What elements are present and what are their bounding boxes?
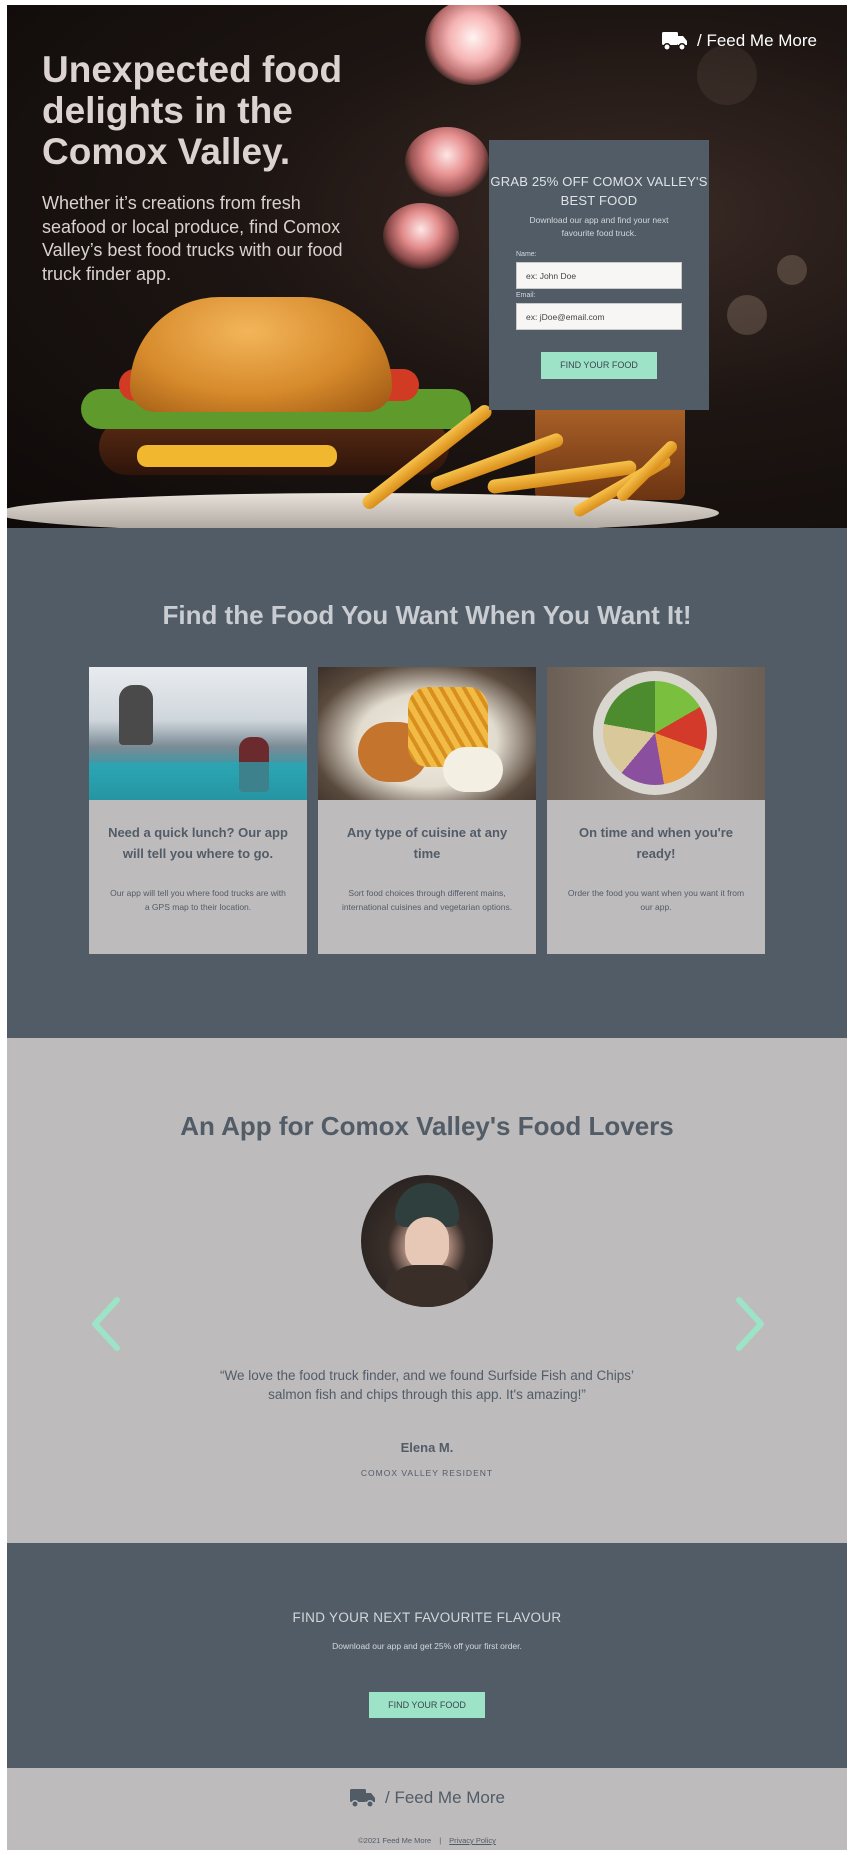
- features-title: Find the Food You Want When You Want It!: [162, 600, 692, 630]
- feature-card-text: Order the food you want when you want it…: [567, 888, 745, 912]
- signup-subtitle: Download our app and find your next favo…: [529, 215, 669, 238]
- next-arrow-icon[interactable]: [733, 1296, 767, 1352]
- food-truck-image: [89, 667, 307, 800]
- hero-section: Unexpected food delights in the Comox Va…: [7, 5, 847, 528]
- testimonial-author: Elena M.: [400, 1440, 454, 1455]
- burger-cheese: [137, 445, 337, 467]
- footer-brand-logo[interactable]: / Feed Me More: [7, 1786, 847, 1810]
- name-field[interactable]: ex: John Doe: [516, 262, 682, 289]
- privacy-policy-link[interactable]: Privacy Policy: [449, 1836, 496, 1845]
- feature-card-text: Sort food choices through different main…: [341, 888, 513, 912]
- feature-card: On time and when you're ready! Order the…: [547, 667, 765, 954]
- email-field[interactable]: ex: jDoe@email.com: [516, 303, 682, 330]
- burger-bun: [130, 297, 392, 412]
- signup-form: GRAB 25% OFF COMOX VALLEY'S BEST FOOD Do…: [489, 140, 709, 410]
- copyright-text: ©2021 Feed Me More: [358, 1836, 432, 1845]
- cta-title: FIND YOUR NEXT FAVOURITE FLAVOUR: [292, 1610, 562, 1625]
- salad-bowl-image: [547, 667, 765, 800]
- features-section: Find the Food You Want When You Want It!…: [7, 528, 847, 1038]
- hero-title: Unexpected food delights in the Comox Va…: [42, 49, 343, 172]
- name-label: Name:: [516, 251, 537, 258]
- testimonial-role: COMOX VALLEY RESIDENT: [360, 1468, 494, 1478]
- feature-card-title: Need a quick lunch? Our app will tell yo…: [108, 825, 288, 861]
- avatar: [361, 1175, 493, 1307]
- bokeh-light: [697, 45, 757, 105]
- page: Unexpected food delights in the Comox Va…: [7, 5, 847, 1850]
- feature-card: Any type of cuisine at any time Sort foo…: [318, 667, 536, 954]
- fish-and-chips-image: [318, 667, 536, 800]
- feature-card: Need a quick lunch? Our app will tell yo…: [89, 667, 307, 954]
- pendant-lamp: [405, 127, 489, 197]
- previous-arrow-icon[interactable]: [89, 1296, 123, 1352]
- bokeh-light: [727, 295, 767, 335]
- footer-brand-name: / Feed Me More: [385, 1788, 505, 1807]
- signup-title: GRAB 25% OFF COMOX VALLEY'S BEST FOOD: [490, 174, 708, 208]
- feature-card-text: Our app will tell you where food trucks …: [110, 888, 286, 912]
- truck-icon: [662, 32, 687, 51]
- pendant-lamp: [383, 203, 459, 269]
- feature-card-title: On time and when you're ready!: [578, 825, 734, 861]
- cta-subtitle: Download our app and get 25% off your fi…: [332, 1641, 522, 1651]
- footer-separator: |: [439, 1836, 442, 1845]
- pendant-lamp: [425, 5, 521, 85]
- bokeh-light: [777, 255, 807, 285]
- testimonial-section: An App for Comox Valley's Food Lovers “W…: [7, 1038, 847, 1543]
- feature-card-title: Any type of cuisine at any time: [346, 825, 508, 861]
- truck-icon: [350, 1789, 375, 1808]
- testimonial-quote: “We love the food truck finder, and we f…: [220, 1368, 634, 1402]
- testimonial-title: An App for Comox Valley's Food Lovers: [180, 1111, 674, 1141]
- brand-name: / Feed Me More: [697, 31, 817, 50]
- footer-meta: ©2021 Feed Me More | Privacy Policy: [7, 1836, 847, 1845]
- footer: / Feed Me More ©2021 Feed Me More | Privac…: [7, 1768, 847, 1850]
- brand-logo[interactable]: / Feed Me More: [661, 29, 817, 53]
- cta-section: FIND YOUR NEXT FAVOURITE FLAVOUR Downloa…: [7, 1543, 847, 1768]
- cta-find-your-food-button[interactable]: FIND YOUR FOOD: [369, 1692, 485, 1718]
- find-your-food-button[interactable]: FIND YOUR FOOD: [541, 352, 657, 379]
- email-label: Email:: [516, 292, 536, 299]
- hero-subtitle: Whether it’s creations from fresh seafoo…: [42, 193, 343, 284]
